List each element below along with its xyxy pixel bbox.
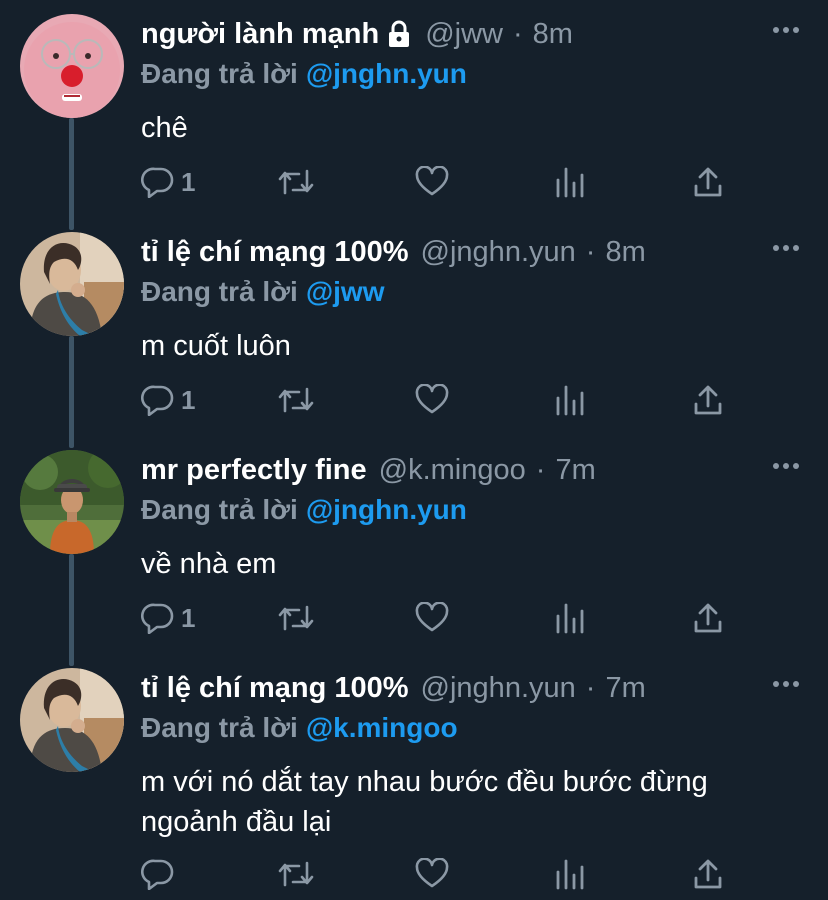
replying-label: Đang trả lời (141, 58, 298, 89)
separator-dot: · (585, 235, 596, 268)
retweet-icon (278, 387, 314, 413)
share-icon (694, 385, 722, 415)
avatar[interactable] (20, 450, 124, 554)
tweet[interactable]: mr perfectly fine @k.mingoo · 7m Đang tr… (0, 450, 828, 660)
user-handle[interactable]: @k.mingoo (379, 454, 526, 487)
comment-icon (141, 859, 174, 890)
retweet-icon (278, 861, 314, 887)
share-button[interactable] (693, 856, 723, 892)
display-name[interactable]: mr perfectly fine (141, 454, 367, 487)
tweet-actions (141, 856, 741, 892)
display-name[interactable]: tỉ lệ chí mạng 100% (141, 236, 409, 269)
reply-mention[interactable]: @jnghn.yun (306, 58, 467, 89)
retweet-button[interactable] (277, 600, 315, 636)
reply-button[interactable]: 1 (141, 600, 195, 636)
analytics-icon (556, 167, 584, 198)
more-icon[interactable] (772, 680, 800, 688)
analytics-button[interactable] (555, 600, 585, 636)
user-handle[interactable]: @jnghn.yun (421, 672, 576, 705)
heart-icon (415, 166, 449, 196)
lock-icon (385, 19, 413, 49)
tweet[interactable]: tỉ lệ chí mạng 100% @jnghn.yun · 7m Đang… (0, 668, 828, 900)
timestamp[interactable]: 8m (605, 236, 645, 269)
analytics-icon (556, 385, 584, 416)
like-button[interactable] (415, 856, 449, 892)
tweet-header: tỉ lệ chí mạng 100% @jnghn.yun · 7m (141, 668, 646, 708)
tweet[interactable]: tỉ lệ chí mạng 100% @jnghn.yun · 8m Đang… (0, 232, 828, 442)
analytics-icon (556, 859, 584, 890)
replying-to: Đang trả lời @jww (141, 276, 384, 308)
avatar[interactable] (20, 14, 124, 118)
analytics-button[interactable] (555, 856, 585, 892)
tweet-text: m với nó dắt tay nhau bước đều bước đừng… (141, 766, 708, 838)
more-icon[interactable] (772, 244, 800, 252)
replying-label: Đang trả lời (141, 494, 298, 525)
reply-mention[interactable]: @k.mingoo (306, 712, 458, 743)
replying-to: Đang trả lời @jnghn.yun (141, 58, 467, 90)
tweet-header: người lành mạnh @jww · 8m (141, 14, 573, 54)
reply-button[interactable]: 1 (141, 164, 195, 200)
reply-mention[interactable]: @jnghn.yun (306, 494, 467, 525)
display-name[interactable]: tỉ lệ chí mạng 100% (141, 672, 409, 705)
share-icon (694, 167, 722, 197)
analytics-button[interactable] (555, 164, 585, 200)
tweet-text: m cuốt luôn (141, 330, 291, 362)
separator-dot: · (535, 453, 546, 486)
analytics-button[interactable] (555, 382, 585, 418)
comment-icon (141, 385, 174, 416)
share-button[interactable] (693, 164, 723, 200)
comment-icon (141, 603, 174, 634)
retweet-icon (278, 605, 314, 631)
reply-count: 1 (181, 384, 196, 415)
share-button[interactable] (693, 382, 723, 418)
like-button[interactable] (415, 600, 449, 636)
retweet-button[interactable] (277, 382, 315, 418)
reply-count: 1 (181, 602, 196, 633)
replying-to: Đang trả lời @k.mingoo (141, 712, 458, 744)
timestamp[interactable]: 8m (533, 18, 573, 51)
tweet-header: mr perfectly fine @k.mingoo · 7m (141, 450, 596, 490)
share-icon (694, 859, 722, 889)
reply-mention[interactable]: @jww (306, 276, 385, 307)
timestamp[interactable]: 7m (605, 672, 645, 705)
separator-dot: · (585, 671, 596, 704)
like-button[interactable] (415, 382, 449, 418)
tweet-text: chê (141, 112, 188, 144)
retweet-button[interactable] (277, 856, 315, 892)
display-name[interactable]: người lành mạnh (141, 18, 379, 51)
tweet-header: tỉ lệ chí mạng 100% @jnghn.yun · 8m (141, 232, 646, 272)
replying-to: Đang trả lời @jnghn.yun (141, 494, 467, 526)
tweet-actions: 1 (141, 164, 741, 200)
share-button[interactable] (693, 600, 723, 636)
tweet-text: về nhà em (141, 548, 277, 580)
retweet-icon (278, 169, 314, 195)
more-icon[interactable] (772, 462, 800, 470)
tweet-actions: 1 (141, 382, 741, 418)
timestamp[interactable]: 7m (555, 454, 595, 487)
reply-button[interactable] (141, 856, 181, 892)
avatar[interactable] (20, 232, 124, 336)
more-icon[interactable] (772, 26, 800, 34)
avatar[interactable] (20, 668, 124, 772)
share-icon (694, 603, 722, 633)
reply-button[interactable]: 1 (141, 382, 195, 418)
reply-count: 1 (181, 166, 196, 197)
analytics-icon (556, 603, 584, 634)
replying-label: Đang trả lời (141, 712, 298, 743)
separator-dot: · (512, 17, 523, 50)
replying-label: Đang trả lời (141, 276, 298, 307)
tweet-actions: 1 (141, 600, 741, 636)
like-button[interactable] (415, 164, 449, 200)
heart-icon (415, 384, 449, 414)
retweet-button[interactable] (277, 164, 315, 200)
heart-icon (415, 602, 449, 632)
comment-icon (141, 167, 174, 198)
heart-icon (415, 858, 449, 888)
user-handle[interactable]: @jnghn.yun (421, 236, 576, 269)
tweet[interactable]: người lành mạnh @jww · 8m Đang trả lời @j… (0, 14, 828, 224)
user-handle[interactable]: @jww (425, 18, 503, 51)
